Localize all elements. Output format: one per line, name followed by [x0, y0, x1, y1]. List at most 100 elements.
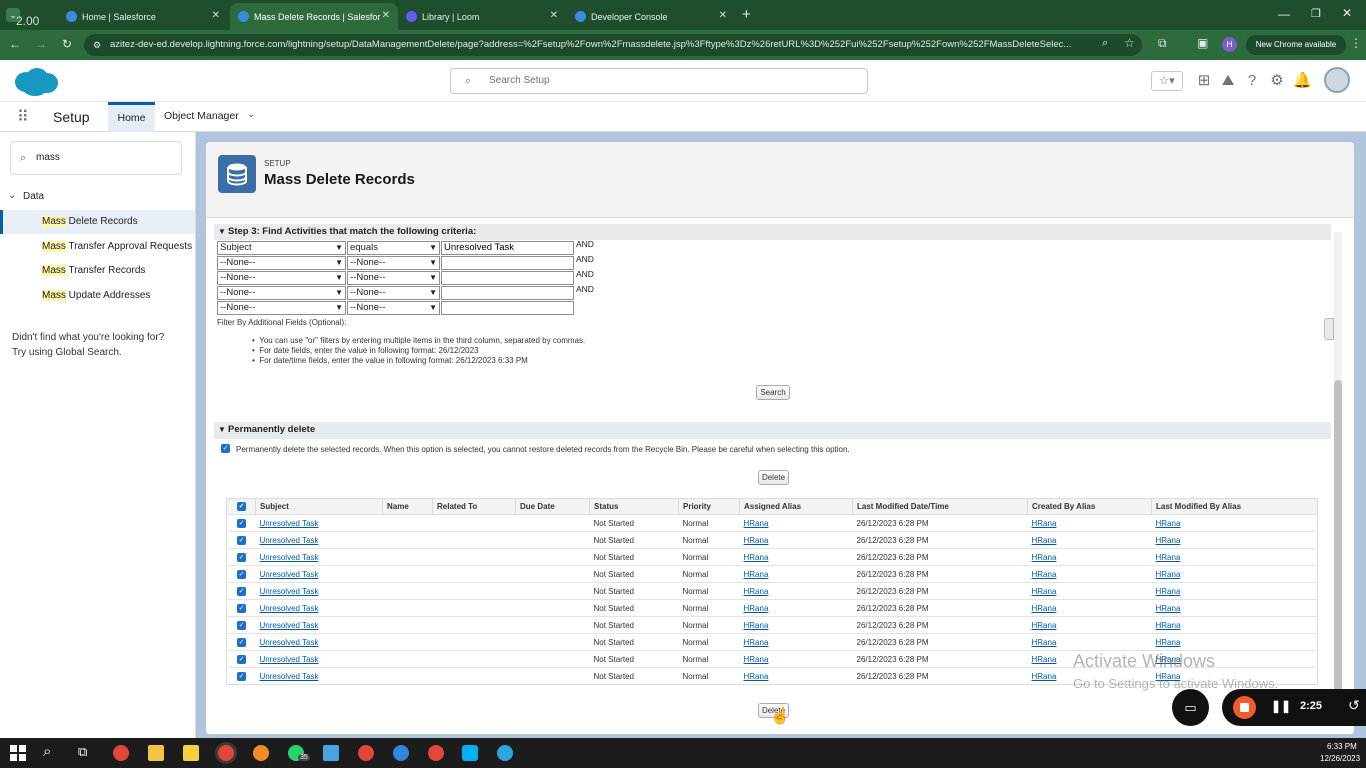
- profile-avatar[interactable]: H: [1222, 37, 1237, 52]
- criteria-value-input[interactable]: [441, 286, 574, 300]
- setup-gear-icon[interactable]: ⚙: [1268, 72, 1286, 90]
- criteria-value-input[interactable]: Unresolved Task: [441, 241, 574, 255]
- help-icon[interactable]: ?: [1243, 72, 1261, 90]
- row-checkbox[interactable]: ✓: [237, 637, 246, 647]
- sidebar-group-data[interactable]: Data: [23, 191, 44, 202]
- record-link[interactable]: HRana: [1032, 570, 1057, 579]
- record-link[interactable]: Unresolved Task: [260, 553, 319, 562]
- search-button[interactable]: Search: [756, 385, 790, 400]
- record-link[interactable]: Unresolved Task: [260, 570, 319, 579]
- operator-select[interactable]: --None-- ▼: [347, 271, 440, 285]
- user-avatar[interactable]: [1324, 67, 1350, 93]
- task-view-icon[interactable]: ⧉: [78, 744, 87, 760]
- record-link[interactable]: HRana: [1032, 621, 1057, 630]
- close-icon[interactable]: ✕: [719, 10, 727, 21]
- skype-icon[interactable]: [462, 745, 478, 761]
- back-icon[interactable]: ←: [8, 37, 22, 51]
- url-bar[interactable]: ⚙ azitez-dev-ed.develop.lightning.force.…: [84, 34, 1142, 56]
- operator-select[interactable]: --None-- ▼: [347, 286, 440, 300]
- minimize-icon[interactable]: —: [1278, 7, 1290, 21]
- reload-icon[interactable]: ↻: [60, 37, 74, 51]
- chevron-down-icon[interactable]: ⌄: [8, 190, 16, 201]
- collapse-triangle-icon[interactable]: ▼: [218, 422, 226, 438]
- menu-icon[interactable]: ⋮: [1350, 36, 1362, 50]
- notifications-bell-icon[interactable]: 🔔: [1293, 72, 1312, 90]
- record-link[interactable]: HRana: [744, 604, 769, 613]
- record-link[interactable]: HRana: [744, 638, 769, 647]
- scrollbar-thumb[interactable]: [1334, 380, 1342, 720]
- record-link[interactable]: HRana: [1032, 604, 1057, 613]
- record-link[interactable]: Unresolved Task: [260, 655, 319, 664]
- record-link[interactable]: HRana: [1032, 553, 1057, 562]
- field-select[interactable]: --None-- ▼: [217, 286, 346, 300]
- record-link[interactable]: HRana: [744, 536, 769, 545]
- restore-icon[interactable]: ❐: [1311, 7, 1321, 20]
- restart-icon[interactable]: ↺: [1348, 697, 1360, 714]
- salesforce-logo[interactable]: [12, 66, 59, 98]
- forward-icon[interactable]: →: [34, 37, 48, 51]
- sidebar-item-mass-delete-records[interactable]: Mass Delete Records: [0, 210, 195, 234]
- record-link[interactable]: HRana: [744, 621, 769, 630]
- tab-home[interactable]: Home: [108, 102, 155, 132]
- close-window-icon[interactable]: ✕: [1342, 6, 1352, 20]
- extensions-icon[interactable]: ⧉: [1158, 36, 1167, 51]
- trailhead-icon[interactable]: ⛰: [1219, 72, 1237, 90]
- record-link[interactable]: Unresolved Task: [260, 604, 319, 613]
- operator-select[interactable]: equals ▼: [347, 241, 440, 255]
- column-header[interactable]: Due Date: [515, 498, 590, 515]
- record-link[interactable]: HRana: [1032, 519, 1057, 528]
- delete-button-top[interactable]: Delete: [758, 470, 789, 485]
- permanently-delete-checkbox[interactable]: ✓: [221, 444, 230, 453]
- column-header[interactable]: Last Modified Date/Time: [852, 498, 1028, 515]
- tab-home-salesforce[interactable]: Home | Salesforce ✕: [58, 3, 228, 30]
- favorites-star-icon[interactable]: ☆▾: [1151, 71, 1183, 91]
- chrome-update-button[interactable]: New Chrome available: [1246, 35, 1346, 55]
- chrome-icon[interactable]: [358, 745, 374, 761]
- record-link[interactable]: HRana: [744, 570, 769, 579]
- record-link[interactable]: HRana: [1156, 621, 1181, 630]
- column-header[interactable]: Related To: [432, 498, 516, 515]
- row-checkbox[interactable]: ✓: [237, 535, 246, 545]
- record-link[interactable]: HRana: [744, 553, 769, 562]
- sidebar-item-mass-transfer-approval[interactable]: Mass Transfer Approval Requests: [42, 241, 192, 252]
- row-checkbox[interactable]: ✓: [237, 586, 246, 596]
- sidebar-item-mass-update-addresses[interactable]: Mass Update Addresses: [42, 290, 150, 301]
- windows-start-icon[interactable]: [10, 745, 26, 761]
- field-select[interactable]: Subject ▼: [217, 241, 346, 255]
- row-checkbox[interactable]: ✓: [237, 518, 246, 528]
- operator-select[interactable]: --None-- ▼: [347, 256, 440, 270]
- search-setup-input[interactable]: ⌕ Search Setup: [450, 68, 868, 94]
- row-checkbox[interactable]: ✓: [237, 552, 246, 562]
- column-header[interactable]: Priority: [678, 498, 740, 515]
- record-link[interactable]: HRana: [1156, 536, 1181, 545]
- record-link[interactable]: HRana: [744, 519, 769, 528]
- search-icon[interactable]: ⌕: [43, 743, 51, 760]
- field-select[interactable]: --None-- ▼: [217, 256, 346, 270]
- chrome-active-icon[interactable]: [218, 745, 234, 761]
- app-icon[interactable]: [393, 745, 409, 761]
- record-link[interactable]: Unresolved Task: [260, 536, 319, 545]
- file-explorer-icon[interactable]: [148, 745, 164, 761]
- column-header[interactable]: Created By Alias: [1027, 498, 1152, 515]
- record-link[interactable]: HRana: [1032, 536, 1057, 545]
- record-link[interactable]: Unresolved Task: [260, 587, 319, 596]
- column-header[interactable]: Last Modified By Alias: [1151, 498, 1318, 515]
- global-actions-icon[interactable]: ⊞: [1195, 72, 1213, 90]
- scrollbar-track[interactable]: [1334, 232, 1342, 722]
- pause-icon[interactable]: ❚❚: [1271, 699, 1291, 713]
- row-checkbox[interactable]: ✓: [237, 603, 246, 613]
- column-header[interactable]: Subject: [255, 498, 383, 515]
- row-checkbox[interactable]: ✓: [237, 671, 246, 681]
- camera-icon[interactable]: ▭: [1172, 689, 1209, 726]
- zoom-icon[interactable]: ⌕: [1102, 37, 1108, 50]
- chrome-icon[interactable]: [113, 745, 129, 761]
- record-link[interactable]: HRana: [1032, 655, 1057, 664]
- record-link[interactable]: HRana: [744, 655, 769, 664]
- chevron-down-icon[interactable]: ⌄: [247, 109, 255, 120]
- tab-mass-delete[interactable]: Mass Delete Records | Salesfor ✕: [230, 3, 398, 30]
- tab-object-manager[interactable]: Object Manager: [164, 110, 239, 122]
- record-link[interactable]: Unresolved Task: [260, 621, 319, 630]
- site-info-icon[interactable]: ⚙: [93, 34, 101, 56]
- criteria-value-input[interactable]: [441, 271, 574, 285]
- record-link[interactable]: HRana: [1156, 519, 1181, 528]
